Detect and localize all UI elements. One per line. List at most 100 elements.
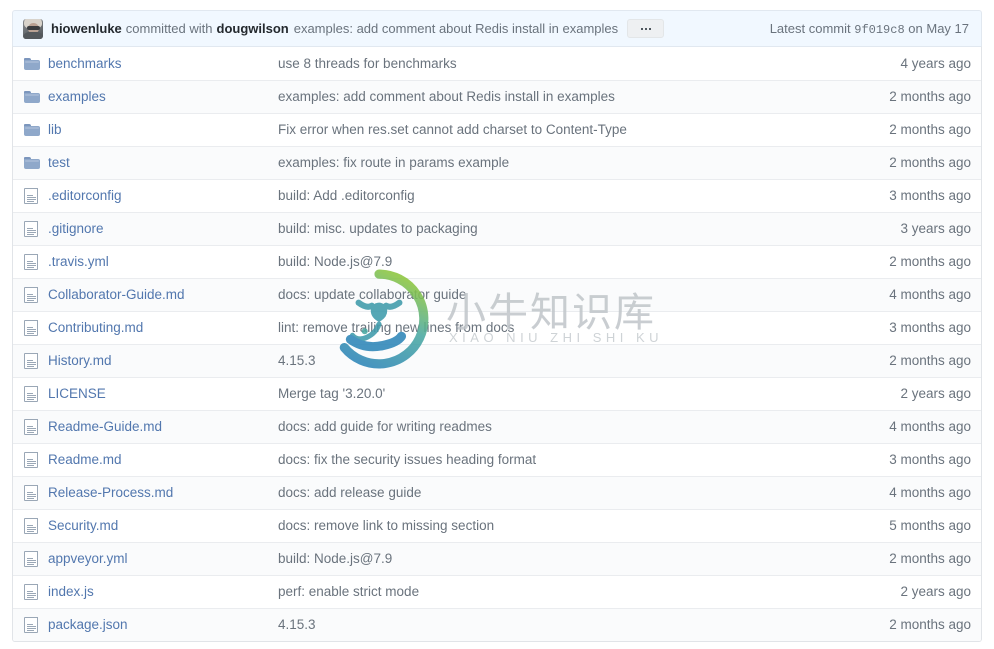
commit-age-text: 5 months ago [889,518,971,533]
commit-age-cell: 4 months ago [821,418,971,436]
commit-message-cell: 4.15.3 [278,616,821,634]
file-link[interactable]: package.json [48,617,128,632]
file-link[interactable]: appveyor.yml [48,551,128,566]
table-row[interactable]: examples examples: add comment about Redi… [13,80,981,113]
file-link[interactable]: Release-Process.md [48,485,173,500]
file-type-icon-cell [24,57,48,71]
table-row[interactable]: .editorconfig build: Add .editorconfig 3 m… [13,179,981,212]
commit-message-cell: lint: remove trailing new lines from doc… [278,319,821,337]
file-type-icon-cell [24,353,48,369]
file-link[interactable]: Readme.md [48,452,122,467]
latest-commit-info: Latest commit 9f019c8 on May 17 [756,21,969,37]
file-link[interactable]: LICENSE [48,386,106,401]
commit-age-text: 2 months ago [889,617,971,632]
commit-age-text: 4 months ago [889,419,971,434]
commit-age-text: 2 months ago [889,122,971,137]
table-row[interactable]: .gitignore build: misc. updates to packag… [13,212,981,245]
row-commit-message-link[interactable]: Fix error when res.set cannot add charse… [278,122,627,137]
folder-link[interactable]: examples [48,89,106,104]
table-row[interactable]: index.js perf: enable strict mode 2 years … [13,575,981,608]
row-commit-message-link[interactable]: Merge tag '3.20.0' [278,386,385,401]
commit-message-cell: examples: fix route in params example [278,154,821,172]
commit-sha-link[interactable]: 9f019c8 [854,23,904,37]
table-row[interactable]: lib Fix error when res.set cannot add cha… [13,113,981,146]
file-icon [24,188,38,204]
file-link[interactable]: Security.md [48,518,118,533]
file-list-table: benchmarks use 8 threads for benchmarks 4 … [12,46,982,642]
file-name-cell: .travis.yml [48,253,278,271]
file-name-cell: LICENSE [48,385,278,403]
file-link[interactable]: .gitignore [48,221,104,236]
commit-message-cell: docs: update collaborator guide [278,286,821,304]
file-icon [24,386,38,402]
table-row[interactable]: Contributing.md lint: remove trailing new… [13,311,981,344]
row-commit-message-link[interactable]: docs: add release guide [278,485,421,500]
row-commit-message-link[interactable]: build: Add .editorconfig [278,188,415,203]
commit-message-link[interactable]: examples: add comment about Redis instal… [294,21,618,36]
latest-commit-label: Latest commit [769,20,851,36]
commit-age-cell: 2 months ago [821,550,971,568]
row-commit-message-link[interactable]: examples: add comment about Redis instal… [278,89,615,104]
file-type-icon-cell [24,386,48,402]
row-commit-message-link[interactable]: docs: update collaborator guide [278,287,466,302]
table-row[interactable]: .travis.yml build: Node.js@7.9 2 months ag… [13,245,981,278]
table-row[interactable]: benchmarks use 8 threads for benchmarks 4 … [13,47,981,80]
table-row[interactable]: test examples: fix route in params exampl… [13,146,981,179]
row-commit-message-link[interactable]: docs: remove link to missing section [278,518,494,533]
row-commit-message-link[interactable]: examples: fix route in params example [278,155,509,170]
row-commit-message-link[interactable]: use 8 threads for benchmarks [278,56,457,71]
file-icon [24,452,38,468]
commit-age-cell: 3 months ago [821,187,971,205]
commit-author-link[interactable]: hiowenluke [51,21,122,36]
file-name-cell: History.md [48,352,278,370]
row-commit-message-link[interactable]: docs: fix the security issues heading fo… [278,452,536,467]
row-commit-message-link[interactable]: docs: add guide for writing readmes [278,419,492,434]
folder-link[interactable]: test [48,155,70,170]
row-commit-message-link[interactable]: build: Node.js@7.9 [278,254,392,269]
file-link[interactable]: Contributing.md [48,320,143,335]
table-row[interactable]: appveyor.yml build: Node.js@7.9 2 months a… [13,542,981,575]
commit-age-cell: 2 months ago [821,616,971,634]
table-row[interactable]: Readme.md docs: fix the security issues h… [13,443,981,476]
commit-age-text: 2 years ago [900,386,971,401]
folder-link[interactable]: lib [48,122,62,137]
dot-icon [648,27,651,30]
table-row[interactable]: Collaborator-Guide.md docs: update collab… [13,278,981,311]
file-link[interactable]: Collaborator-Guide.md [48,287,185,302]
table-row[interactable]: Release-Process.md docs: add release guid… [13,476,981,509]
file-type-icon-cell [24,188,48,204]
folder-icon [24,90,40,104]
file-link[interactable]: Readme-Guide.md [48,419,162,434]
file-name-cell: Collaborator-Guide.md [48,286,278,304]
file-link[interactable]: .travis.yml [48,254,109,269]
table-row[interactable]: Readme-Guide.md docs: add guide for writi… [13,410,981,443]
file-link[interactable]: .editorconfig [48,188,122,203]
file-type-icon-cell [24,254,48,270]
table-row[interactable]: Security.md docs: remove link to missing … [13,509,981,542]
commit-message-cell: examples: add comment about Redis instal… [278,88,821,106]
file-type-icon-cell [24,617,48,633]
row-commit-message-link[interactable]: 4.15.3 [278,617,316,632]
avatar[interactable] [23,18,43,39]
row-commit-message-link[interactable]: 4.15.3 [278,353,316,368]
folder-link[interactable]: benchmarks [48,56,122,71]
commit-age-cell: 2 months ago [821,121,971,139]
file-link[interactable]: index.js [48,584,94,599]
table-row[interactable]: History.md 4.15.3 2 months ago [13,344,981,377]
commit-expand-button[interactable] [627,19,665,38]
row-commit-message-link[interactable]: perf: enable strict mode [278,584,419,599]
commit-age-text: 2 months ago [889,353,971,368]
row-commit-message-link[interactable]: build: Node.js@7.9 [278,551,392,566]
commit-age-text: 3 months ago [889,188,971,203]
table-row[interactable]: LICENSE Merge tag '3.20.0' 2 years ago [13,377,981,410]
commit-message-cell: Fix error when res.set cannot add charse… [278,121,821,139]
commit-age-text: 3 years ago [900,221,971,236]
file-type-icon-cell [24,123,48,137]
commit-age-cell: 4 months ago [821,484,971,502]
row-commit-message-link[interactable]: lint: remove trailing new lines from doc… [278,320,514,335]
file-link[interactable]: History.md [48,353,112,368]
row-commit-message-link[interactable]: build: misc. updates to packaging [278,221,478,236]
commit-coauthor-link[interactable]: dougwilson [217,21,289,36]
file-icon [24,485,38,501]
table-row[interactable]: package.json 4.15.3 2 months ago [13,608,981,641]
